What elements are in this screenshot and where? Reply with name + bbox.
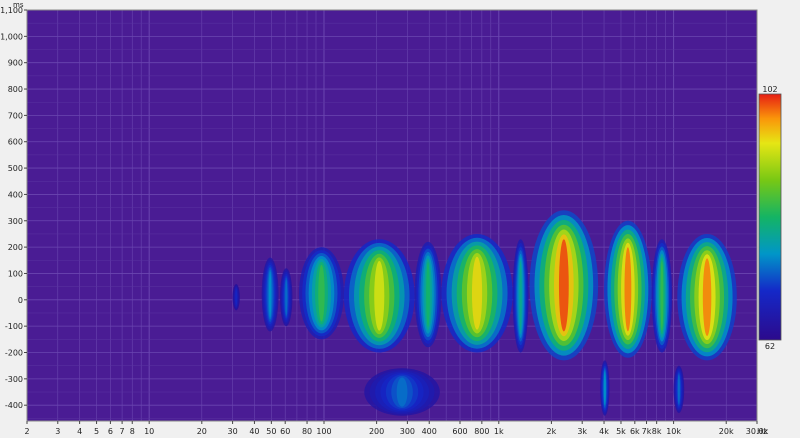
x-tick-label: 400 — [422, 427, 437, 436]
x-tick-label: 200 — [369, 427, 384, 436]
x-tick-label: 60 — [280, 427, 290, 436]
x-tick-label: 800 — [474, 427, 489, 436]
y-tick-label: 100 — [8, 269, 23, 278]
energy-blob — [364, 368, 440, 416]
x-tick-label: 4 — [77, 427, 82, 436]
plot-area — [27, 10, 757, 421]
energy-blob-layer — [702, 258, 712, 337]
energy-blob — [441, 233, 513, 353]
energy-blob — [673, 365, 685, 414]
energy-blob-layer — [519, 261, 522, 331]
y-tick-label: 500 — [8, 164, 23, 173]
x-axis-label: Hz — [757, 427, 767, 436]
energy-blob-layer — [471, 256, 483, 330]
energy-blob-layer — [268, 271, 272, 318]
x-tick-label: 8k — [652, 427, 662, 436]
y-tick-label: -400 — [5, 401, 23, 410]
energy-blob-layer — [285, 279, 288, 315]
energy-blob — [512, 239, 529, 353]
x-tick-label: 80 — [302, 427, 312, 436]
y-tick-label: 0 — [18, 296, 23, 305]
energy-blob-layer — [318, 264, 325, 322]
x-tick-label: 7k — [642, 427, 652, 436]
x-tick-label: 2 — [24, 427, 29, 436]
y-tick-label: 200 — [8, 243, 23, 252]
colorbar-min-label: 62 — [765, 342, 775, 351]
x-tick-label: 30 — [227, 427, 237, 436]
energy-blob — [414, 241, 442, 348]
energy-blob — [343, 239, 415, 353]
y-tick-label: 600 — [8, 138, 23, 147]
energy-blob-layer — [396, 377, 408, 407]
y-axis-label: ms — [13, 1, 24, 9]
energy-blob-layer — [426, 262, 430, 327]
y-tick-label: 800 — [8, 85, 23, 94]
colorbar-max-label: 102 — [762, 85, 777, 94]
y-tick-label: -100 — [5, 322, 23, 331]
x-tick-label: 100 — [316, 427, 331, 436]
energy-blob-layer — [660, 261, 664, 331]
x-tick-label: 3 — [55, 427, 60, 436]
energy-blob — [529, 210, 599, 361]
x-tick-label: 3k — [577, 427, 587, 436]
x-tick-label: 6 — [108, 427, 113, 436]
y-tick-label: 400 — [8, 190, 23, 199]
x-tick-label: 40 — [249, 427, 259, 436]
x-tick-label: 7 — [120, 427, 125, 436]
y-tick-label: 300 — [8, 217, 23, 226]
energy-blob — [604, 220, 652, 358]
x-tick-label: 4k — [599, 427, 609, 436]
colorbar-gradient — [758, 93, 782, 341]
energy-blob — [677, 233, 737, 361]
x-tick-label: 2k — [547, 427, 557, 436]
waterfall-chart: 1,1001,0009008007006005004003002001000-1… — [0, 0, 800, 438]
plot-background — [27, 10, 757, 421]
x-tick-label: 10 — [144, 427, 154, 436]
y-tick-label: -300 — [5, 375, 23, 384]
x-tick-label: 6k — [630, 427, 640, 436]
x-tick-label: 50 — [266, 427, 276, 436]
colorbar: 102 62 — [758, 85, 782, 351]
y-tick-label: 900 — [8, 59, 23, 68]
energy-blob — [261, 257, 279, 332]
energy-blob — [600, 360, 610, 416]
x-tick-label: 8 — [130, 427, 135, 436]
energy-blob-layer — [624, 247, 632, 332]
y-tick-label: 1,000 — [0, 32, 23, 41]
energy-blob-layer — [677, 374, 680, 404]
x-tick-label: 5k — [616, 427, 626, 436]
energy-blob-layer — [374, 261, 385, 331]
energy-blob — [232, 284, 240, 311]
x-tick-label: 20 — [197, 427, 207, 436]
x-tick-label: 20k — [719, 427, 734, 436]
energy-blob-layer — [558, 239, 569, 332]
y-tick-label: -200 — [5, 349, 23, 358]
x-tick-label: 1k — [494, 427, 504, 436]
energy-blob-layer — [235, 289, 238, 306]
energy-blob — [651, 239, 673, 353]
x-tick-label: 5 — [94, 427, 99, 436]
x-tick-label: 300 — [400, 427, 415, 436]
energy-blob-layer — [603, 371, 606, 406]
y-tick-label: 700 — [8, 111, 23, 120]
energy-blob — [299, 247, 344, 340]
x-tick-label: 10k — [666, 427, 681, 436]
x-tick-label: 600 — [452, 427, 467, 436]
energy-blob — [279, 268, 293, 327]
